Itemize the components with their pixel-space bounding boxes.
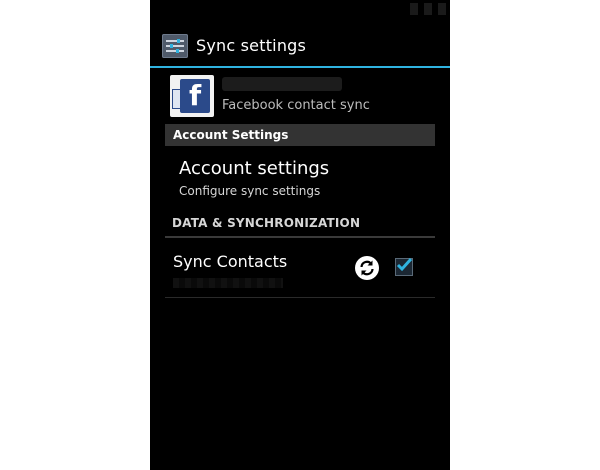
row-divider — [165, 297, 435, 298]
account-settings-title: Account settings — [179, 158, 330, 179]
action-bar-divider — [150, 66, 450, 68]
section-account-settings: Account Settings — [165, 124, 435, 146]
account-settings-summary: Configure sync settings — [179, 184, 321, 198]
status-bar — [150, 0, 450, 20]
signal-icon — [410, 3, 418, 15]
action-bar: Sync settings — [150, 26, 450, 66]
sync-contacts-title: Sync Contacts — [173, 252, 288, 271]
checkmark-icon — [396, 257, 413, 272]
sync-contacts-row[interactable]: Sync Contacts — [165, 242, 435, 296]
account-name-redacted — [222, 77, 342, 91]
account-subtitle: Facebook contact sync — [222, 98, 370, 113]
section-account-settings-label: Account Settings — [173, 128, 289, 142]
section-divider — [165, 236, 435, 238]
sync-contacts-checkbox[interactable] — [395, 257, 413, 276]
account-header: f Facebook contact sync — [170, 73, 440, 119]
sync-refresh-icon[interactable] — [355, 256, 379, 280]
sync-contacts-summary-redacted — [173, 278, 283, 288]
section-data-sync-header: DATA & SYNCHRONIZATION — [172, 216, 361, 230]
facebook-logo: f — [170, 75, 214, 117]
status-icons — [410, 3, 446, 15]
facebook-badge: f — [180, 79, 210, 113]
phone-screen: Sync settings f Facebook contact sync Ac… — [150, 0, 450, 470]
battery-icon — [438, 3, 446, 15]
facebook-f-icon: f — [189, 79, 202, 112]
wifi-icon — [424, 3, 432, 15]
page-title: Sync settings — [196, 36, 307, 55]
account-settings-item[interactable]: Account settings Configure sync settings — [165, 150, 435, 206]
settings-sliders-icon[interactable] — [162, 34, 188, 58]
